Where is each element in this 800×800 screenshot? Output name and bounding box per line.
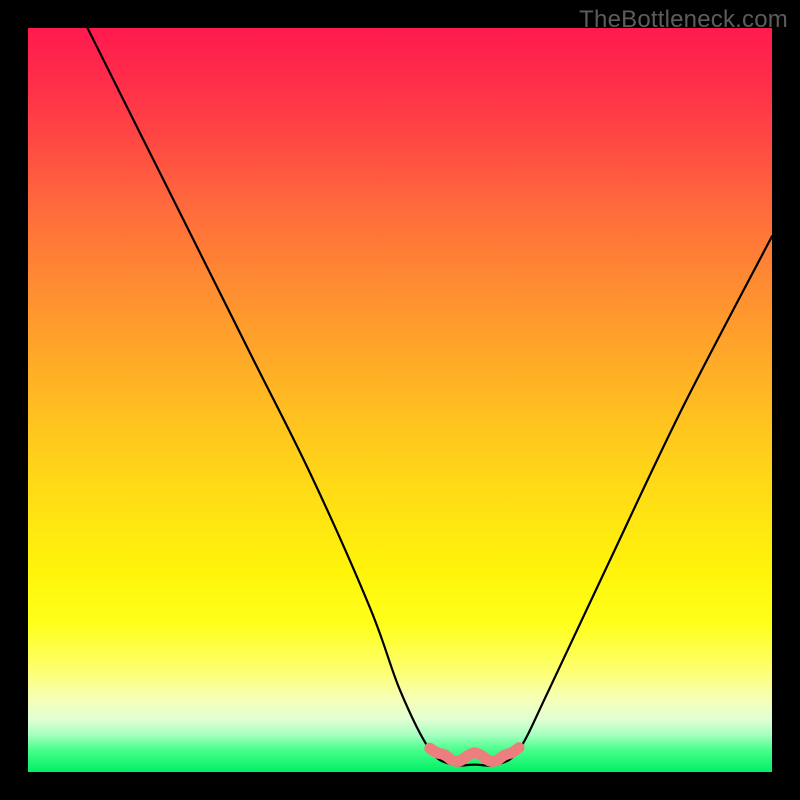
bottleneck-curve <box>88 28 773 766</box>
plot-area <box>28 28 772 772</box>
watermark-text: TheBottleneck.com <box>579 6 788 34</box>
chart-frame: TheBottleneck.com <box>0 0 800 800</box>
flat-region-highlight <box>430 748 519 762</box>
curve-layer <box>28 28 772 772</box>
